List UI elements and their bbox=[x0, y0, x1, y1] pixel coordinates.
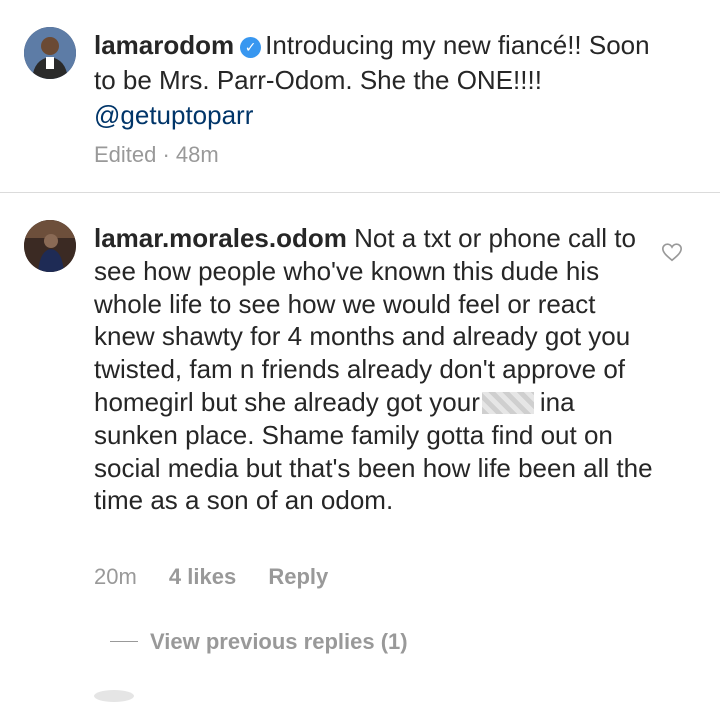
view-replies-label: View previous replies (1) bbox=[150, 629, 408, 654]
reply-button[interactable]: Reply bbox=[268, 564, 328, 589]
replies-divider-line bbox=[110, 641, 138, 642]
next-avatar-fragment bbox=[94, 690, 134, 702]
post-meta: Edited · 48m bbox=[94, 142, 219, 167]
post-caption-line2: to be Mrs. Parr-Odom. She the ONE!!!! bbox=[94, 65, 542, 95]
comment-time: 20m bbox=[94, 564, 137, 589]
post-mention-link[interactable]: @getuptoparr bbox=[94, 100, 253, 130]
comment-avatar[interactable] bbox=[24, 220, 76, 272]
comment-likes[interactable]: 4 likes bbox=[169, 564, 236, 589]
comment-body: lamar.morales.odom Not a txt or phone ca… bbox=[94, 222, 654, 517]
heart-outline-icon[interactable] bbox=[661, 241, 683, 263]
post-caption-line1: Introducing my new fiancé!! Soon bbox=[265, 30, 650, 60]
post-username[interactable]: lamarodom bbox=[94, 30, 234, 60]
post-caption: lamarodom ✓ Introducing my new fiancé!! So… bbox=[0, 0, 720, 193]
verified-badge-icon: ✓ bbox=[240, 37, 262, 58]
view-replies-link[interactable]: View previous replies (1) bbox=[110, 629, 408, 655]
post-caption-text: lamarodom ✓ Introducing my new fiancé!! So… bbox=[94, 28, 694, 133]
comment-meta: 20m 4 likes Reply bbox=[94, 564, 354, 590]
comment-username[interactable]: lamar.morales.odom bbox=[94, 223, 347, 253]
post-avatar[interactable] bbox=[24, 27, 76, 79]
censored-word bbox=[481, 391, 534, 414]
